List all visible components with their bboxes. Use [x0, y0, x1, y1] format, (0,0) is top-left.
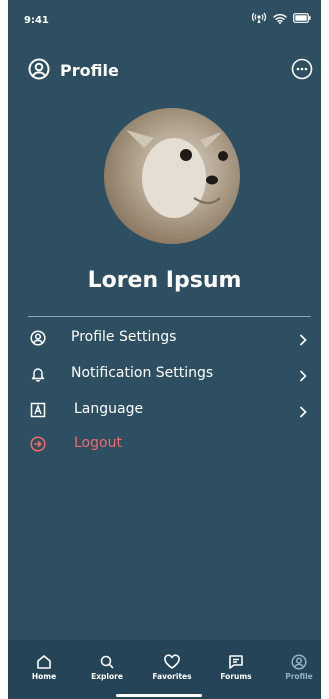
- bell-icon: [30, 366, 46, 382]
- user-circle-icon: [270, 654, 321, 670]
- status-time: 9:41: [24, 15, 49, 26]
- user-circle-icon: [30, 330, 46, 346]
- nav-label: Home: [31, 672, 57, 681]
- bottom-nav: Home Explore Favorites Forums Profile: [8, 640, 321, 699]
- menu-item-label: Language: [74, 401, 144, 417]
- home-icon: [15, 654, 73, 670]
- divider: [28, 316, 311, 317]
- chevron-right-icon: [299, 403, 307, 422]
- menu-item-label: Logout: [74, 435, 122, 451]
- nav-label: Explore: [91, 672, 123, 681]
- chat-icon: [207, 654, 265, 670]
- language-icon: [30, 402, 46, 418]
- menu-item-profile-settings[interactable]: Profile Settings: [8, 322, 321, 354]
- status-icons: [251, 12, 311, 24]
- nav-item-explore[interactable]: Explore: [78, 654, 136, 681]
- user-circle-icon: [28, 58, 50, 84]
- nav-item-favorites[interactable]: Favorites: [143, 654, 201, 681]
- home-indicator[interactable]: [116, 694, 202, 697]
- profile-name: Loren Ipsum: [87, 268, 242, 293]
- more-options-icon[interactable]: [291, 58, 313, 84]
- status-bar: 9:41: [8, 0, 321, 36]
- nav-item-forums[interactable]: Forums: [207, 654, 265, 681]
- menu-item-logout[interactable]: Logout: [8, 428, 321, 460]
- menu-item-notification-settings[interactable]: Notification Settings: [8, 358, 321, 390]
- nav-item-profile[interactable]: Profile: [270, 654, 321, 681]
- nav-label: Profile: [285, 672, 313, 681]
- heart-icon: [143, 654, 201, 670]
- chevron-right-icon: [299, 331, 307, 350]
- hotspot-icon: [251, 12, 267, 24]
- search-icon: [78, 654, 136, 670]
- logout-icon: [30, 436, 46, 452]
- nav-label: Favorites: [152, 672, 192, 681]
- menu-item-language[interactable]: Language: [8, 394, 321, 426]
- avatar[interactable]: [104, 108, 240, 244]
- chevron-right-icon: [299, 367, 307, 386]
- wifi-icon: [273, 13, 287, 24]
- menu-item-label: Profile Settings: [71, 329, 177, 345]
- nav-label: Forums: [220, 672, 252, 681]
- battery-icon: [293, 13, 311, 23]
- page-header: Profile: [8, 55, 321, 85]
- phone-screen: 9:41 Profile Loren Ipsum Profile Setting…: [8, 0, 321, 699]
- menu-item-label: Notification Settings: [71, 365, 214, 381]
- nav-item-home[interactable]: Home: [15, 654, 73, 681]
- page-title: Profile: [60, 61, 119, 80]
